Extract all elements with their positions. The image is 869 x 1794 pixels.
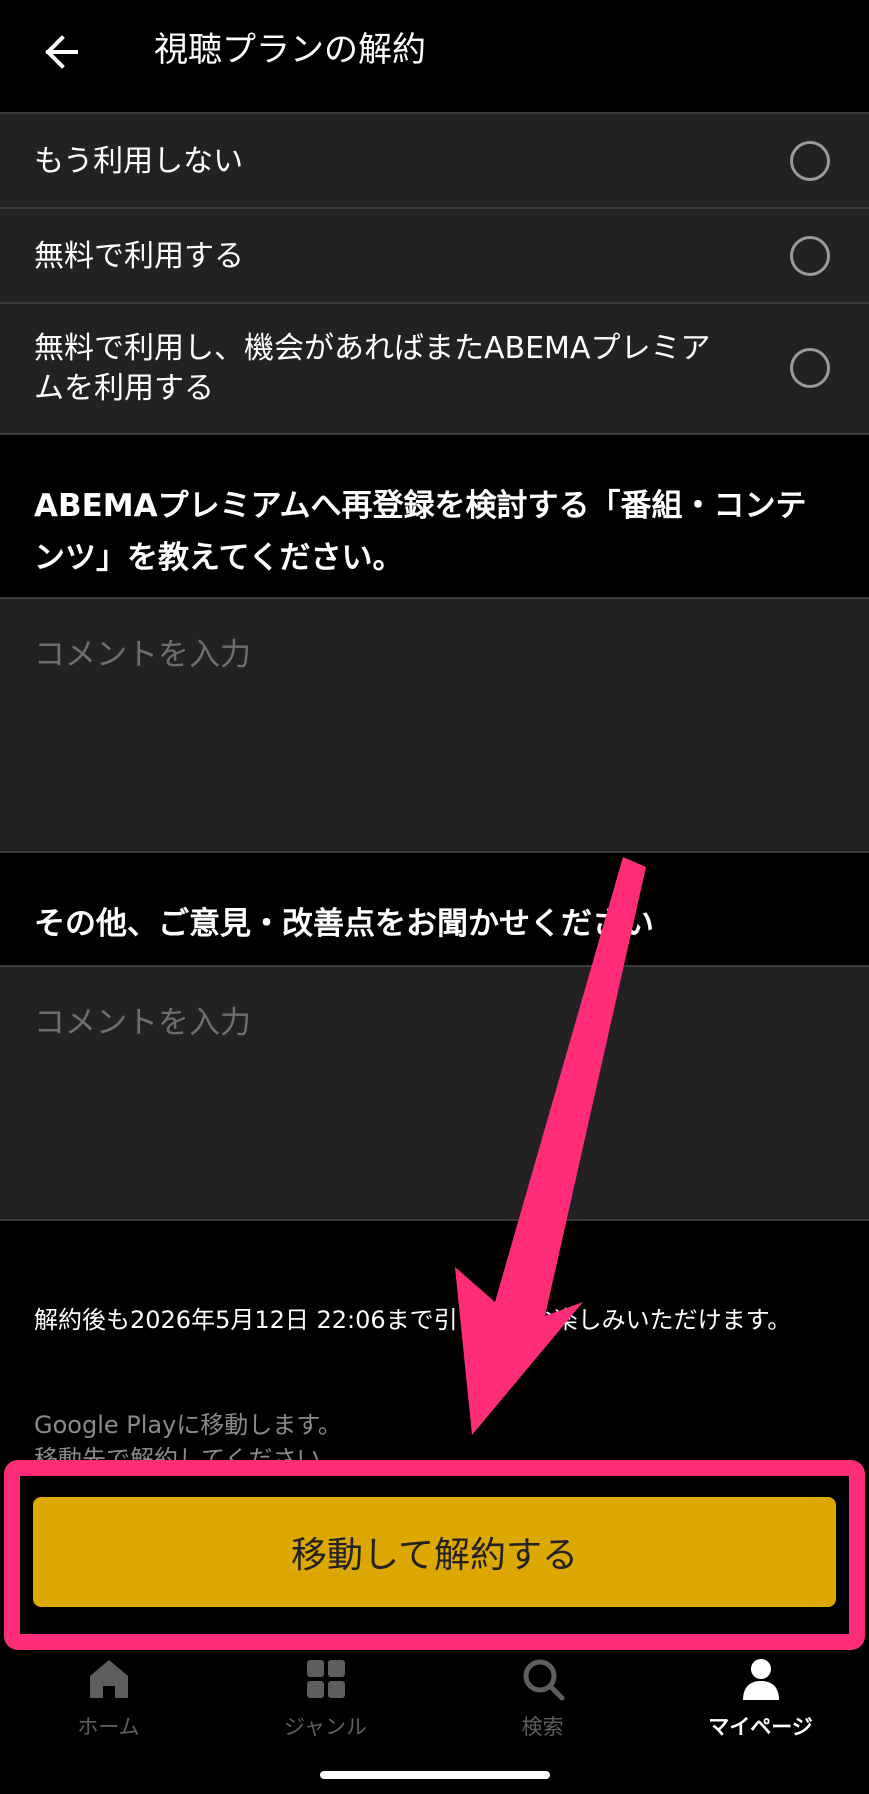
person-icon (742, 1659, 779, 1700)
home-icon (89, 1660, 128, 1698)
nav-item-genre[interactable]: ジャンル (217, 1652, 434, 1772)
move-and-cancel-button[interactable]: 移動して解約する (33, 1497, 836, 1607)
comment-input-content[interactable] (0, 599, 869, 851)
radio-button[interactable] (790, 141, 830, 181)
question-reregister-content: ABEMAプレミアムへ再登録を検討する「番組・コンテンツ」を教えてください。 (34, 488, 807, 576)
nav-label-mypage: マイページ (708, 1715, 813, 1739)
cancellation-notice: 解約後も2026年5月12日 22:06まで引き続きお楽しみいただけます。 (34, 1306, 792, 1334)
back-button[interactable] (30, 22, 90, 82)
option-label: もう利用しない (34, 144, 244, 179)
comment-box-content (0, 597, 869, 853)
app-header: 視聴プランの解約 (0, 0, 869, 112)
option-label: 無料で利用する (34, 239, 244, 274)
search-icon (523, 1659, 564, 1701)
radio-button[interactable] (790, 236, 830, 276)
nav-label-home: ホーム (77, 1715, 140, 1739)
radio-button[interactable] (790, 348, 830, 388)
arrow-left-icon (45, 35, 78, 69)
nav-item-mypage[interactable]: マイページ (652, 1652, 869, 1772)
question-feedback: その他、ご意見・改善点をお聞かせください (34, 906, 654, 942)
option-label: 無料で利用し、機会があればまたABEMAプレミアムを利用する (34, 331, 711, 406)
comment-box-feedback (0, 965, 869, 1221)
option-use-free[interactable]: 無料で利用する (0, 209, 869, 304)
home-indicator (320, 1771, 550, 1779)
nav-item-home[interactable]: ホーム (0, 1652, 217, 1772)
nav-label-genre: ジャンル (284, 1715, 367, 1739)
grid-icon (306, 1660, 345, 1698)
option-no-longer-use[interactable]: もう利用しない (0, 114, 869, 209)
google-play-note-line1: Google Playに移動します。 (34, 1411, 342, 1439)
nav-label-search: 検索 (521, 1715, 564, 1739)
comment-input-feedback[interactable] (0, 967, 869, 1219)
page-title: 視聴プランの解約 (154, 30, 426, 70)
cancel-reason-options: もう利用しない 無料で利用する 無料で利用し、機会があればまたABEMAプレミア… (0, 112, 869, 435)
nav-item-search[interactable]: 検索 (434, 1652, 651, 1772)
option-use-free-maybe-premium[interactable]: 無料で利用し、機会があればまたABEMAプレミアムを利用する (0, 304, 869, 435)
